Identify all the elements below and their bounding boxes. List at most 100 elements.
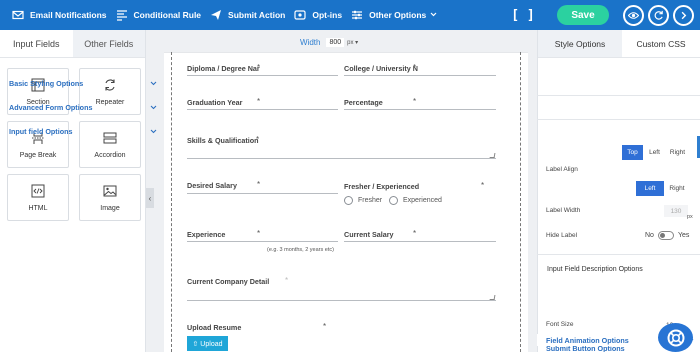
label-width-input[interactable]: 130 <box>664 205 688 217</box>
desired-salary-input[interactable] <box>187 193 338 194</box>
conditional-rule-label: Conditional Rule <box>133 10 202 20</box>
width-input[interactable]: 800 <box>326 38 345 47</box>
html-card[interactable]: HTML <box>7 174 69 221</box>
tab-input-fields[interactable]: Input Fields <box>0 30 73 57</box>
percentage-label: Percentage <box>344 98 383 107</box>
chevron-down-icon <box>150 105 157 110</box>
radio-fresher-label: Fresher <box>358 197 383 204</box>
send-icon <box>210 9 222 21</box>
html-icon <box>31 184 45 197</box>
toggle-on-label: Yes <box>677 232 690 239</box>
label-position-left[interactable]: Left <box>643 145 666 160</box>
tab-other-fields[interactable]: Other Fields <box>72 30 145 57</box>
reset-button[interactable] <box>648 4 669 26</box>
basic-styling-title: Basic Styling Options <box>9 79 84 88</box>
shortcode-button[interactable]: [ ] <box>509 3 537 27</box>
collapse-panel-handle[interactable]: ‹ <box>146 188 154 208</box>
optin-icon <box>294 9 306 21</box>
preview-button[interactable] <box>623 4 644 26</box>
required-mark: * <box>413 97 417 106</box>
input-field-title: Input field Options <box>9 127 73 136</box>
toggle-knob <box>659 233 665 238</box>
email-notifications-label: Email Notifications <box>30 10 107 20</box>
required-mark: * <box>323 322 327 331</box>
current-company-textarea[interactable] <box>187 287 496 301</box>
required-mark: * <box>257 63 261 72</box>
input-field-section[interactable]: Input field Options <box>0 125 163 138</box>
sliders-icon <box>351 9 363 21</box>
conditional-rule-button[interactable]: Conditional Rule <box>116 0 211 30</box>
graduation-year-input[interactable] <box>187 109 338 110</box>
required-mark: * <box>257 180 261 189</box>
experience-input[interactable] <box>187 241 338 242</box>
image-icon <box>103 185 117 196</box>
current-salary-label: Current Salary <box>344 230 394 239</box>
opt-ins-label: Opt-ins <box>312 10 343 20</box>
skills-textarea[interactable] <box>187 145 496 159</box>
description-options-heading: Input Field Description Options <box>547 266 643 273</box>
code-icon <box>116 9 128 21</box>
radio-experienced[interactable]: Experienced <box>389 196 442 205</box>
label-position-right[interactable]: Right <box>666 145 689 160</box>
upload-button[interactable]: ⇧ Upload <box>187 336 228 351</box>
field-animation-title: Field Animation Options <box>546 335 629 345</box>
submit-button-title: Submit Button Options <box>546 346 625 352</box>
next-button[interactable] <box>673 4 694 26</box>
hide-label-toggle[interactable] <box>657 231 674 240</box>
upload-resume-label: Upload Resume <box>187 323 242 332</box>
radio-circle <box>389 196 398 205</box>
required-mark: * <box>257 97 261 106</box>
experience-label: Experience <box>187 230 226 239</box>
email-notifications-button[interactable]: Email Notifications <box>0 0 116 30</box>
hide-label-label: Hide Label <box>546 232 578 239</box>
label-align-right[interactable]: Right <box>664 181 690 196</box>
required-mark: * <box>481 181 485 190</box>
graduation-year-label: Graduation Year <box>187 98 243 107</box>
label-position-segment: Top Left Right <box>622 145 689 160</box>
radio-fresher[interactable]: Fresher <box>344 196 382 205</box>
width-label: Width <box>300 38 321 47</box>
divider <box>537 254 700 255</box>
divider <box>537 95 700 96</box>
resize-handle[interactable] <box>489 153 496 158</box>
college-input[interactable] <box>344 75 496 76</box>
submit-action-label: Submit Action <box>228 10 286 20</box>
diploma-input[interactable] <box>187 75 338 76</box>
college-label: College / University N <box>344 64 418 73</box>
current-salary-input[interactable] <box>344 241 496 242</box>
canvas-guide-right <box>520 52 521 352</box>
required-mark: * <box>285 276 289 285</box>
chevron-down-icon <box>150 129 157 134</box>
eye-icon <box>628 10 639 21</box>
required-mark: * <box>413 229 417 238</box>
image-card[interactable]: Image <box>79 174 141 221</box>
label-align-left[interactable]: Left <box>636 181 664 196</box>
chevron-right-icon <box>678 10 689 21</box>
advanced-form-section[interactable]: Advanced Form Options <box>0 101 163 114</box>
submit-action-button[interactable]: Submit Action <box>210 0 294 30</box>
percentage-input[interactable] <box>344 109 496 110</box>
label-position-top[interactable]: Top <box>622 145 643 160</box>
fresher-experienced-label: Fresher / Experienced <box>344 182 420 191</box>
save-button[interactable]: Save <box>557 5 609 25</box>
help-button[interactable] <box>658 323 693 352</box>
top-toolbar: Email Notifications Conditional Rule Sub… <box>0 0 700 30</box>
accordion-card-label: Accordion <box>94 151 126 159</box>
required-mark: * <box>257 229 261 238</box>
tab-style-options[interactable]: Style Options <box>538 30 622 57</box>
basic-styling-section[interactable]: Basic Styling Options <box>0 77 163 90</box>
skills-label: Skills & Qualification <box>187 136 259 145</box>
hide-label-toggle-row: No Yes <box>645 231 689 240</box>
tab-custom-css[interactable]: Custom CSS <box>622 30 700 57</box>
divider <box>537 119 700 120</box>
resize-handle[interactable] <box>489 295 496 300</box>
radio-experienced-label: Experienced <box>403 197 442 204</box>
right-panel-tabs: Style Options Custom CSS <box>538 30 700 58</box>
experience-hint: (e.g. 3 months, 2 years etc) <box>267 247 334 253</box>
other-options-dropdown[interactable]: Other Options <box>351 0 446 30</box>
opt-ins-button[interactable]: Opt-ins <box>294 0 351 30</box>
width-unit-select[interactable]: px ▾ <box>347 39 358 46</box>
canvas-guide-left <box>171 52 172 352</box>
required-mark: * <box>256 135 260 144</box>
image-card-label: Image <box>100 204 120 212</box>
